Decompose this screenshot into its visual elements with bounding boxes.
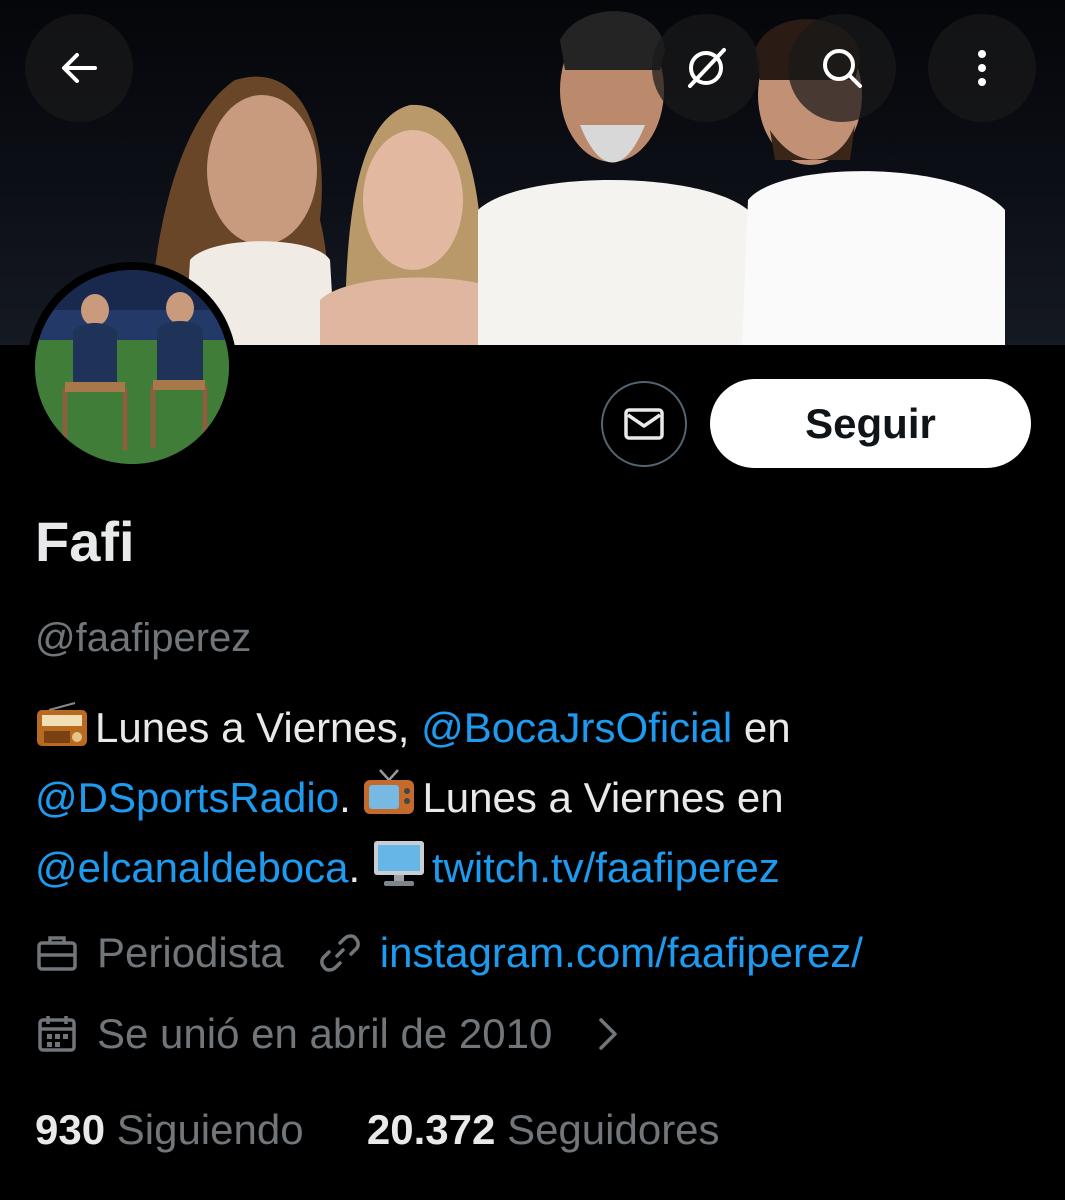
profile-meta-row: Periodista instagram.com/faafiperez/ xyxy=(35,925,863,981)
link-icon xyxy=(318,931,362,975)
radio-icon xyxy=(35,702,89,766)
profile-handle: @faafiperez xyxy=(35,616,252,660)
message-button[interactable] xyxy=(601,381,687,467)
envelope-icon xyxy=(624,408,664,440)
profile-name: Fafi xyxy=(35,510,135,573)
website-link[interactable]: instagram.com/faafiperez/ xyxy=(380,925,863,981)
back-button[interactable] xyxy=(25,14,133,122)
avatar[interactable] xyxy=(27,262,237,472)
desktop-icon xyxy=(372,838,426,906)
follow-button[interactable]: Seguir xyxy=(710,379,1031,468)
mention-elcanaldeboca[interactable]: @elcanaldeboca xyxy=(35,844,349,891)
chevron-right-icon xyxy=(586,1012,630,1056)
twitch-link[interactable]: twitch.tv/faafiperez xyxy=(432,844,780,891)
calendar-icon xyxy=(35,1012,79,1056)
profile-bio: Lunes a Viernes, @BocaJrsOficial en @DSp… xyxy=(35,696,1035,906)
followers-count: 20.372 xyxy=(366,1106,496,1153)
profession-label: Periodista xyxy=(97,929,284,976)
bio-line-2: @DSportsRadio. Lunes a Viernes en xyxy=(35,766,1035,836)
following-link[interactable]: 930 Siguiendo xyxy=(35,1106,304,1153)
search-icon xyxy=(823,49,862,88)
followers-link[interactable]: 20.372 Seguidores xyxy=(367,1106,720,1153)
arrow-left-icon xyxy=(62,53,97,83)
bio-line-3: @elcanaldeboca. twitch.tv/faafiperez xyxy=(35,836,1035,906)
follow-stats: 930 Siguiendo 20.372 Seguidores xyxy=(35,1102,720,1158)
bio-text: Lunes a Viernes en xyxy=(422,774,784,821)
more-options-button[interactable] xyxy=(928,14,1036,122)
mention-bocajrsoficial[interactable]: @BocaJrsOficial xyxy=(421,704,732,751)
joined-label: Se unió en abril de 2010 xyxy=(97,1010,553,1057)
bio-text: . xyxy=(339,774,363,821)
following-count: 930 xyxy=(35,1106,106,1153)
more-vertical-icon xyxy=(978,50,986,86)
followers-label: Seguidores xyxy=(507,1106,720,1153)
joined-date-row[interactable]: Se unió en abril de 2010 xyxy=(35,1006,648,1062)
bio-text: en xyxy=(732,704,791,751)
bio-text: Lunes a Viernes, xyxy=(95,704,422,751)
search-button[interactable] xyxy=(788,14,896,122)
grok-button[interactable] xyxy=(652,14,760,122)
avatar-photo xyxy=(35,270,229,464)
mention-dsportsradio[interactable]: @DSportsRadio xyxy=(35,774,339,821)
following-label: Siguiendo xyxy=(116,1106,304,1153)
tv-icon xyxy=(362,768,416,836)
grok-icon xyxy=(688,48,726,88)
briefcase-icon xyxy=(35,931,79,975)
bio-line-1: Lunes a Viernes, @BocaJrsOficial en xyxy=(35,696,1035,766)
bio-text: . xyxy=(348,844,372,891)
